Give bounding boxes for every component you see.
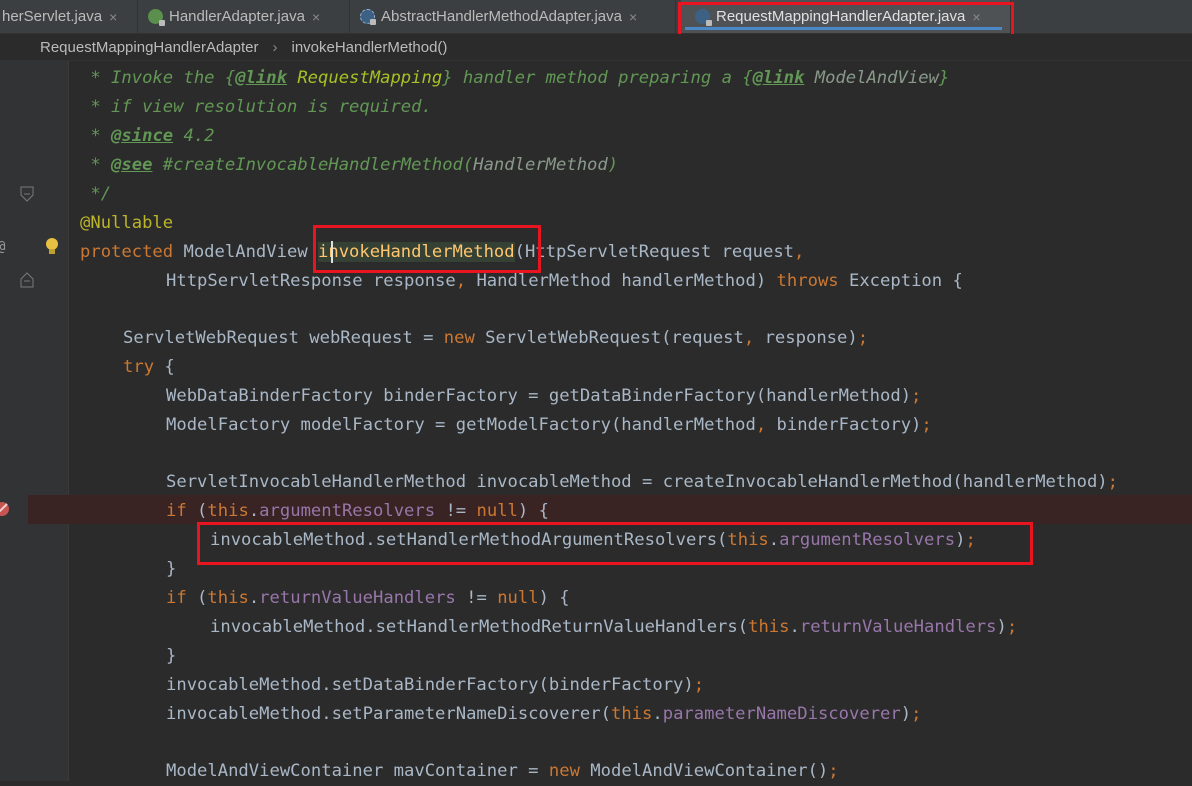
code-line: HttpServletResponse response, HandlerMet… [166,267,963,296]
code-line: * if view resolution is required. [80,93,432,122]
interface-icon [148,9,163,24]
code-line: * Invoke the {@link RequestMapping} hand… [80,64,949,93]
lightbulb-icon[interactable] [44,237,60,257]
code-line: @Nullable [80,209,173,238]
code-line: protected ModelAndView invokeHandlerMeth… [80,238,804,267]
code-line: } [166,642,176,671]
method-name-invoke-handler-method[interactable]: invokeHandlerMethod [318,242,515,262]
code-line: invocableMethod.setHandlerMethodReturnVa… [210,613,1017,642]
code-line: ModelFactory modelFactory = getModelFact… [166,411,932,440]
breakpoint-icon[interactable] [0,501,10,517]
gutter-divider [68,61,69,781]
code-line: ServletInvocableHandlerMethod invocableM… [166,468,1118,497]
abstract-class-icon [360,9,375,24]
tab-handler-adapter[interactable]: HandlerAdapter.java × [138,0,350,33]
breadcrumb-item-method[interactable]: invokeHandlerMethod() [291,39,447,56]
tab-label: RequestMappingHandlerAdapter.java [716,8,965,25]
close-icon[interactable]: × [312,9,320,25]
code-line: WebDataBinderFactory binderFactory = get… [166,382,921,411]
code-editor[interactable]: * Invoke the {@link RequestMapping} hand… [70,62,1192,781]
tab-label: AbstractHandlerMethodAdapter.java [381,8,622,25]
fold-end-icon[interactable] [20,186,34,202]
code-line: invocableMethod.setHandlerMethodArgument… [210,526,976,555]
code-line: * @since 4.2 [80,122,215,151]
editor-tab-bar: herServlet.java × HandlerAdapter.java × … [0,0,1192,34]
tab-label: herServlet.java [2,8,102,25]
code-line: if (this.returnValueHandlers != null) { [166,584,570,613]
close-icon[interactable]: × [109,9,117,25]
code-line: } [166,555,176,584]
code-line: try { [123,353,175,382]
tab-abstract-handler-method-adapter[interactable]: AbstractHandlerMethodAdapter.java × [350,0,676,33]
code-line: if (this.argumentResolvers != null) { [166,497,549,526]
editor-gutter[interactable] [0,61,68,781]
code-line: invocableMethod.setParameterNameDiscover… [166,700,921,729]
override-marker-icon[interactable]: @ [0,239,5,255]
tab-request-mapping-handler-adapter[interactable]: RequestMappingHandlerAdapter.java × [681,0,1011,33]
code-line: ModelAndViewContainer mavContainer = new… [166,757,839,786]
code-line: invocableMethod.setDataBinderFactory(bin… [166,671,704,700]
breadcrumb-separator: › [272,39,277,56]
fold-start-icon[interactable] [20,272,34,288]
close-icon[interactable]: × [972,9,980,25]
class-icon [695,9,710,24]
close-icon[interactable]: × [629,9,637,25]
tab-dispatcher-servlet[interactable]: herServlet.java × [0,0,138,33]
active-tab-indicator [685,27,1002,30]
code-line: */ [80,180,111,209]
text-caret [331,241,333,263]
code-line: ServletWebRequest webRequest = new Servl… [123,324,868,353]
tab-label: HandlerAdapter.java [169,8,305,25]
breadcrumb-item-class[interactable]: RequestMappingHandlerAdapter [40,39,258,56]
code-line: * @see #createInvocableHandlerMethod(Han… [80,151,618,180]
breadcrumb: RequestMappingHandlerAdapter › invokeHan… [0,34,1192,61]
